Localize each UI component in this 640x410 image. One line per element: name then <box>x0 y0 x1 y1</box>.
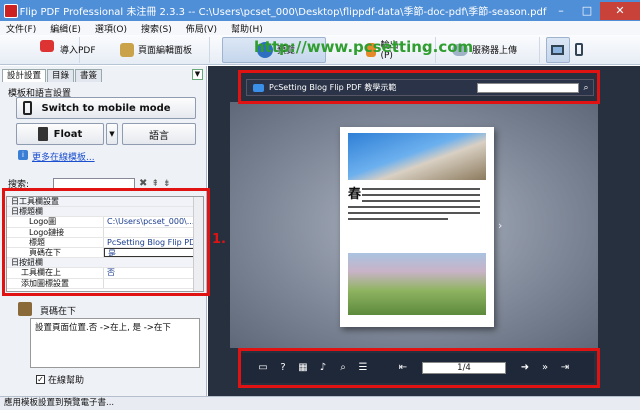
tab-toc[interactable]: 目錄 <box>47 69 75 82</box>
property-description-text: 設置頁面位置.否 ->在上, 是 ->在下 <box>35 323 171 333</box>
monitor-icon <box>551 44 564 55</box>
spring-park-photo <box>348 253 486 315</box>
status-text: 應用模板設置到預覽電子書... <box>4 398 115 408</box>
menu-file[interactable]: 文件(F) <box>6 22 36 35</box>
next-page-arrow-icon[interactable]: › <box>498 219 502 232</box>
text-line <box>362 194 480 196</box>
page-editor-button[interactable]: 頁面編輯面板 <box>80 36 210 63</box>
more-online-templates-link[interactable]: 更多在線模板... <box>32 150 95 163</box>
annotation-box-control-bar <box>238 348 600 388</box>
page-heading-char: 春 <box>348 187 362 202</box>
template-dropdown-button[interactable]: ▼ <box>106 123 118 145</box>
language-label: 語言 <box>149 130 169 142</box>
switch-mobile-button[interactable]: Switch to mobile mode <box>16 97 196 119</box>
maximize-button[interactable]: □ <box>574 2 600 20</box>
expand-icon[interactable]: ⇟ <box>163 179 171 189</box>
switch-mobile-label: Switch to mobile mode <box>41 102 171 114</box>
panel-menu-chevron-icon[interactable]: ▼ <box>192 69 203 80</box>
text-line <box>348 206 480 208</box>
panel-tabs: 設計設置 目錄 書簽 <box>2 69 103 82</box>
mobile-view-button[interactable] <box>570 37 592 63</box>
menu-help[interactable]: 幫助(H) <box>231 22 263 35</box>
online-help-checkbox-row[interactable]: ✓ 在線幫助 <box>36 373 84 386</box>
property-description-icon <box>18 302 32 316</box>
float-template-button[interactable]: Float <box>16 123 104 145</box>
annotation-box-title-bar <box>238 70 600 104</box>
text-line <box>348 212 480 214</box>
float-label: Float <box>53 128 83 140</box>
menu-options[interactable]: 選項(O) <box>95 22 127 35</box>
cherry-blossom-photo <box>348 133 486 180</box>
text-line <box>362 188 480 190</box>
close-button[interactable]: ✕ <box>600 1 640 20</box>
text-line <box>348 218 448 220</box>
page-editor-label: 頁面編輯面板 <box>138 46 193 56</box>
title-bar: Flip PDF Professional 未注冊 2.3.3 -- C:\Us… <box>0 0 640 21</box>
window-title: Flip PDF Professional 未注冊 2.3.3 -- C:\Us… <box>19 7 547 18</box>
import-pdf-label: 導入PDF <box>60 46 96 56</box>
desktop-view-button[interactable] <box>546 36 570 63</box>
menu-search[interactable]: 搜索(S) <box>141 22 172 35</box>
property-description-box: 設置頁面位置.否 ->在上, 是 ->在下 <box>30 318 200 368</box>
menu-bar: 文件(F) 編緝(E) 選項(O) 搜索(S) 佈局(V) 幫助(H) <box>0 21 640 35</box>
tab-design-settings[interactable]: 設計設置 <box>2 69 47 82</box>
status-bar: 應用模板設置到預覽電子書... <box>0 396 640 410</box>
menu-layout[interactable]: 佈局(V) <box>186 22 217 35</box>
language-button[interactable]: 語言 <box>122 123 196 145</box>
app-icon <box>4 3 18 18</box>
pdf-icon <box>40 40 54 52</box>
online-help-label: 在線幫助 <box>48 376 85 386</box>
annotation-label: 1. <box>212 232 226 247</box>
tab-bookmarks[interactable]: 書簽 <box>75 69 103 82</box>
import-pdf-button[interactable]: 導入PDF <box>0 36 96 63</box>
upload-label: 服務器上傳 <box>472 46 518 56</box>
online-help-checkbox[interactable]: ✓ <box>36 375 45 384</box>
info-icon: i <box>18 150 28 160</box>
phone-icon <box>23 101 32 115</box>
book-icon <box>37 127 48 141</box>
minimize-button[interactable]: – <box>548 2 574 20</box>
menu-edit[interactable]: 編緝(E) <box>50 22 81 35</box>
property-description-title: 頁碼在下 <box>40 307 77 317</box>
annotation-box-properties <box>2 188 210 296</box>
collapse-icon[interactable]: ⇞ <box>151 179 159 189</box>
page-edit-icon <box>120 42 134 57</box>
text-line <box>362 200 480 202</box>
flipbook-page[interactable]: 春 <box>340 127 494 327</box>
phone-icon <box>575 43 583 56</box>
watermark-text: http://www.pcsetting.com <box>254 38 474 56</box>
